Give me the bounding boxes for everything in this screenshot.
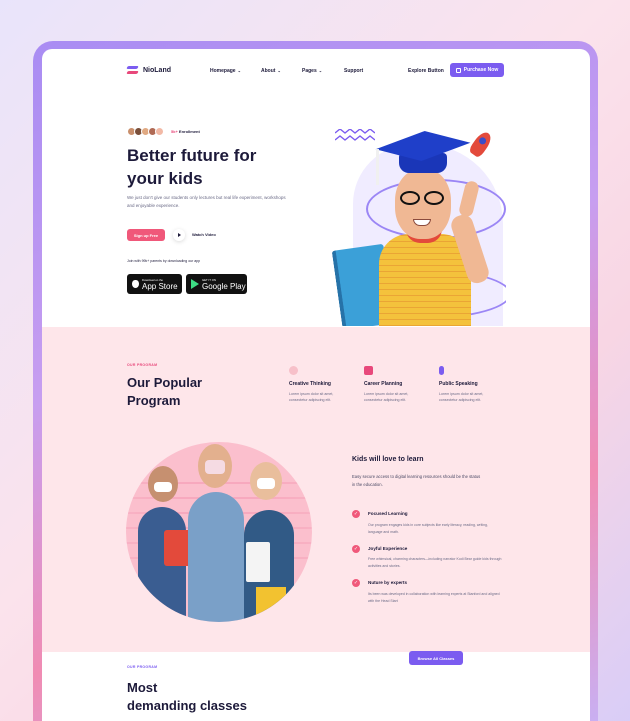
hero-image [331,119,506,326]
app-store-button[interactable]: Download on the App Store [127,274,182,294]
child-middle [188,492,244,622]
avatar [155,127,164,136]
apple-icon [132,280,139,288]
rocket-icon [467,129,495,159]
nav-about[interactable]: About ⌄ [261,68,281,74]
cap-tassel [376,149,379,185]
logo-text: NioLand [143,67,171,74]
learn-item-text: Its been was developed in collaboration … [368,592,500,603]
feature-title: Career Planning [364,381,403,387]
browser-viewport: NioLand Homepage ⌄ About ⌄ Pages ⌄ Support … [42,49,590,721]
hero-title-line: Better future for [127,146,257,165]
enrollment-count: 5k+ [171,129,178,134]
purchase-label: Purchase Now [463,67,499,73]
hero-description: We just don't give our students only lec… [127,195,286,208]
learn-item-title: Focused Learning [368,511,408,516]
learn-item-text: Free whimsical, charming characters—incl… [368,557,502,568]
check-icon: ✓ [352,545,360,553]
classes-title-line: demanding classes [127,698,247,713]
learn-description: Easy secure access to digital learning r… [352,474,481,487]
logo[interactable]: NioLand [126,66,171,75]
enrollment-badge: 5k+ Enrollment [171,129,200,134]
yellow-pants [256,587,286,622]
learn-item-title: Joyful Experience [368,546,408,551]
palette-icon [289,366,298,375]
kids-photo [126,442,312,622]
join-parents-text: Join with 99k+ parents by downloading ou… [127,259,201,263]
face-mask [257,478,275,489]
classes-eyebrow: OUR PROGRAM [127,665,158,669]
chevron-down-icon: ⌄ [277,68,281,73]
book-icon [364,366,373,375]
google-play-button[interactable]: GET IT ON Google Play [186,274,247,294]
enrolled-avatars [127,127,164,136]
top-navigation: NioLand Homepage ⌄ About ⌄ Pages ⌄ Support … [42,63,590,83]
face-mask [205,460,225,474]
program-title-line: Program [127,393,181,408]
sign-up-button[interactable]: Sign up Free [127,229,165,241]
classes-title: Most demanding classes [127,679,247,715]
paper-folder [246,542,270,582]
program-title-line: Our Popular [127,375,203,390]
learn-title: Kids will love to learn [352,456,424,463]
learn-item-text: Our program engages kids in core subject… [368,523,488,534]
app-store-main: App Store [142,281,178,291]
program-title: Our Popular Program [127,374,202,410]
shopping-bag-icon [455,67,461,73]
hero-title: Better future for your kids [127,144,287,190]
nav-homepage-label: Homepage [210,68,236,74]
feature-title: Creative Thinking [289,381,331,387]
enrollment-label: Enrollment [178,129,200,134]
feature-text: Lorem ipsum dolor sit amet, consectetur … [289,392,334,402]
zigzag-decoration [335,129,375,141]
nav-support[interactable]: Support [344,68,363,74]
check-icon: ✓ [352,579,360,587]
microphone-icon [439,366,444,375]
play-video-button[interactable] [173,229,185,241]
play-icon [178,233,181,237]
feature-text: Lorem ipsum dolor sit amet, consectetur … [364,392,409,402]
chevron-down-icon: ⌄ [318,68,323,73]
program-eyebrow: OUR PROGRAM [127,363,158,367]
browse-all-classes-button[interactable]: Browse All Classes [409,651,463,665]
nav-pages[interactable]: Pages ⌄ [302,68,322,74]
purchase-now-button[interactable]: Purchase Now [450,63,504,77]
feature-text: Lorem ipsum dolor sit amet, consectetur … [439,392,484,402]
chevron-down-icon: ⌄ [237,68,241,73]
check-icon: ✓ [352,510,360,518]
logo-icon [126,66,139,75]
feature-title: Public Speaking [439,381,478,387]
face-mask [154,482,172,492]
google-play-icon [191,279,199,289]
nav-homepage[interactable]: Homepage ⌄ [210,68,241,74]
classes-title-line: Most [127,680,158,695]
nav-support-label: Support [344,68,364,74]
program-section [42,327,590,652]
learn-item-title: Nuture by experts [368,580,408,585]
google-play-main: Google Play [202,281,246,291]
hero-title-line: your kids [127,169,203,188]
explore-button[interactable]: Explore Button [408,68,444,74]
nav-pages-label: Pages [302,68,317,74]
glasses [398,191,448,205]
nav-about-label: About [261,68,276,74]
watch-video-link[interactable]: Watch Video [192,232,216,237]
